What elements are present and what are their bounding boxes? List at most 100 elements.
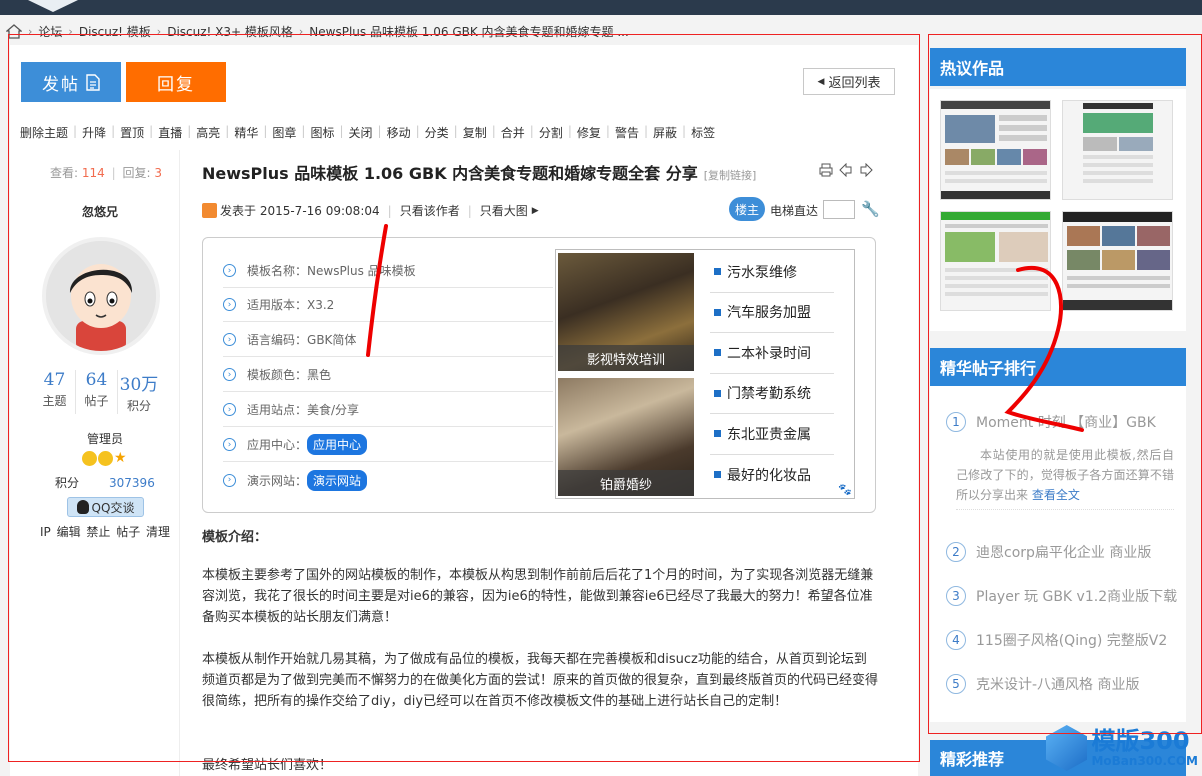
site-logo[interactable] [28,0,78,12]
app-center-link[interactable]: 应用中心 [307,434,368,455]
stat-label: 主题 [42,394,67,408]
info-row: › 语言编码： GBK简体 [223,323,553,357]
next-thread-icon[interactable] [859,162,873,180]
ranked-post-summary: 本站使用的就是使用此模板,然后自己修改了下的，觉得板子各方面还算不错所以分享出来… [956,445,1174,510]
ranked-post[interactable]: 1 Moment 时刻 【商业】GBK [946,412,1156,432]
user-role[interactable]: 管理员 [60,430,150,447]
stat-points[interactable]: 30万 积分 [118,370,160,414]
post-title-text: NewsPlus 品味模板 1.06 GBK 内含美食专题和婚嫁专题全套 分享 [202,164,698,183]
thread-stats: 查看: 114 | 回复: 3 [50,164,162,181]
chevron-right-circle-icon: › [223,264,236,277]
ranked-post[interactable]: 2 迪恩corp扁平化企业 商业版 [946,542,1151,562]
views-label: 查看: [50,166,79,180]
ranked-post[interactable]: 5 克米设计-八通风格 商业版 [946,674,1140,694]
ranked-post-title: Player 玩 GBK v1.2商业版下载 [976,589,1178,605]
home-icon[interactable] [6,23,22,39]
stat-value: 30万 [119,375,159,395]
qq-chat-button[interactable]: QQ交谈 [67,497,144,517]
hot-work-thumbnail[interactable] [940,100,1051,200]
paw-icon[interactable]: 🐾 [838,483,852,496]
info-value: X3.2 [307,297,335,312]
only-images-link[interactable]: 只看大图 [480,202,528,219]
breadcrumb-forum[interactable]: 论坛 [38,23,62,40]
ranked-post[interactable]: 4 115圈子风格(Qing) 完整版V2 [946,630,1167,650]
info-row: › 模板名称： NewsPlus 品味模板 [223,254,553,288]
avatar-illustration [46,241,156,351]
replies-label: 回复: [122,166,151,180]
chevron-right-icon: › [68,24,73,38]
info-label: 适用版本： [247,298,308,312]
stat-value: 64 [85,370,108,390]
mod-live[interactable]: 直播 [153,124,187,141]
hot-works-header: 热议作品 [930,48,1186,86]
ranked-post[interactable]: 3 Player 玩 GBK v1.2商业版下载 [946,586,1177,606]
stat-posts[interactable]: 64 帖子 [76,370,118,414]
mod-copy[interactable]: 复制 [458,124,492,141]
read-more-link[interactable]: 查看全文 [1032,488,1080,502]
prev-thread-icon[interactable] [839,162,853,180]
mod-stick[interactable]: 置顶 [115,124,149,141]
mod-close[interactable]: 关闭 [344,124,378,141]
mod-tag[interactable]: 标签 [686,124,720,141]
back-to-list-label: 返回列表 [828,76,881,91]
mod-move[interactable]: 移动 [382,124,416,141]
intro-paragraph: 本模板从制作开始就几易其稿，为了做成有品位的模板，我每天都在完善模板和disuc… [202,652,879,709]
mod-delete[interactable]: 删除主题 [20,124,73,141]
ad-block: 影视特效培训 铂爵婚纱 污水泵维修 汽车服务加盟 二本补录时间 门禁考勤系统 东… [555,249,855,499]
mod-classify[interactable]: 分类 [420,124,454,141]
ad-link[interactable]: 二本补录时间 [710,333,834,374]
demo-site-link[interactable]: 演示网站 [307,469,368,491]
breadcrumb-thread[interactable]: NewsPlus 品味模板 1.06 GBK 内含美食专题和婚嫁专题 ... [309,23,629,40]
hot-work-thumbnail[interactable] [940,211,1051,311]
info-row: › 演示网站： 演示网站 [223,463,553,497]
mod-merge[interactable]: 合并 [496,124,530,141]
ad-image[interactable]: 影视特效培训 [558,253,694,371]
ad-image-caption: 铂爵婚纱 [558,470,694,496]
watermark-brand: 模版300 [1091,727,1190,755]
mod-ban[interactable]: 屏蔽 [648,124,682,141]
mod-split[interactable]: 分割 [534,124,568,141]
chevron-right-icon: › [28,24,33,38]
admin-links[interactable]: IP 编辑 禁止 帖子 清理 [40,523,170,540]
rank-number: 1 [946,412,966,432]
ranked-post-title: Moment 时刻 【商业】GBK [976,415,1156,431]
points-value: 307396 [109,476,155,490]
ad-link[interactable]: 最好的化妆品 [710,455,834,496]
mod-repair[interactable]: 修复 [572,124,606,141]
back-to-list-button[interactable]: ◀ 返回列表 [803,68,895,95]
info-value: NewsPlus 品味模板 [307,264,416,278]
mod-highlight[interactable]: 高亮 [191,124,225,141]
post-button[interactable]: 发帖 [21,62,121,102]
mod-warn[interactable]: 警告 [610,124,644,141]
mod-icon[interactable]: 图标 [305,124,339,141]
stat-threads[interactable]: 47 主题 [34,370,76,414]
ad-link[interactable]: 汽车服务加盟 [710,293,834,333]
hot-work-thumbnail[interactable] [1062,100,1173,200]
only-author-link[interactable]: 只看该作者 [400,202,460,219]
user-icon [202,203,217,218]
hot-work-thumbnail[interactable] [1062,211,1173,311]
info-label: 模板名称： [247,264,308,278]
intro-heading: 模板介绍： [202,530,268,545]
ad-link[interactable]: 污水泵维修 [710,252,834,293]
info-value: 美食/分享 [307,403,360,417]
copy-link[interactable]: [复制链接] [704,169,757,182]
mod-digest[interactable]: 精华 [229,124,263,141]
breadcrumb-category[interactable]: Discuz! 模板 [79,23,151,40]
breadcrumb-subcategory[interactable]: Discuz! X3+ 模板风格 [167,23,293,40]
mod-stamp[interactable]: 图章 [267,124,301,141]
ad-image[interactable]: 铂爵婚纱 [558,378,694,496]
elevator-label: 电梯直达 [770,204,819,218]
replies-count: 3 [154,166,162,180]
reply-button[interactable]: 回复 [126,62,226,102]
wrench-icon[interactable]: 🔧 [861,200,880,218]
floor-jump-input[interactable] [823,200,855,219]
stat-label: 帖子 [84,394,109,408]
ad-link[interactable]: 东北亚贵金属 [710,414,834,455]
mod-bump[interactable]: 升降 [77,124,111,141]
avatar[interactable] [42,237,160,355]
chevron-right-circle-icon: › [223,333,236,346]
printer-icon[interactable] [819,163,833,180]
ad-link[interactable]: 门禁考勤系统 [710,374,834,414]
author-name[interactable]: 忽悠兄 [60,203,140,220]
